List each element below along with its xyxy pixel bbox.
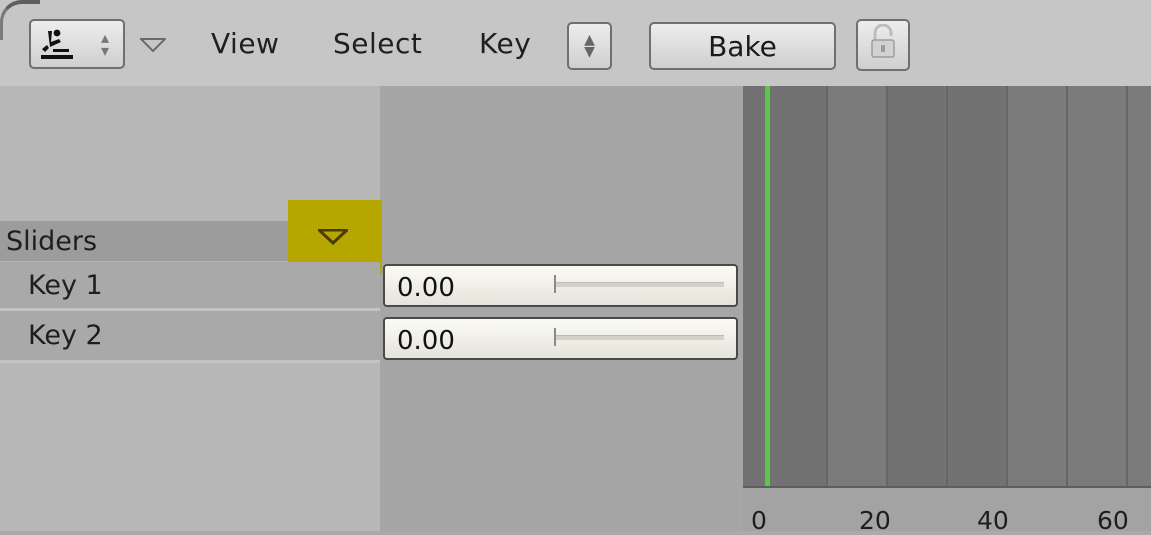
action-editor-icon bbox=[39, 27, 75, 68]
current-frame-indicator[interactable] bbox=[765, 86, 770, 531]
row-divider bbox=[0, 360, 380, 363]
slider-value: 0.00 bbox=[397, 326, 455, 356]
timeline-gridline bbox=[1126, 86, 1128, 486]
slider-thumb[interactable] bbox=[554, 328, 556, 346]
channel-row-key2[interactable]: Key 2 bbox=[0, 311, 380, 360]
lock-open-icon bbox=[869, 23, 897, 67]
menu-select[interactable]: Select bbox=[333, 27, 422, 60]
channel-label: Key 1 bbox=[28, 269, 103, 301]
timeline-band bbox=[743, 86, 826, 486]
chevron-down-icon bbox=[318, 229, 348, 245]
chevron-updown-icon: ▴ ▾ bbox=[101, 28, 110, 60]
channel-label: Key 2 bbox=[28, 320, 103, 351]
menu-key[interactable]: Key bbox=[479, 27, 531, 60]
slider-thumb[interactable] bbox=[554, 275, 556, 293]
key2-value-slider[interactable]: 0.00 bbox=[383, 317, 738, 360]
channel-group-label: Sliders bbox=[6, 225, 98, 257]
timeline-gridline bbox=[946, 86, 948, 486]
timeline-gridline bbox=[1006, 86, 1008, 486]
slider-track bbox=[555, 335, 724, 340]
header-bar: ▴ ▾ View Select Key ▲ ▼ Bake bbox=[0, 0, 1151, 86]
timeline-gridline bbox=[1066, 86, 1068, 486]
chevron-updown-icon: ▲ ▼ bbox=[584, 32, 595, 60]
mode-updown-button[interactable]: ▲ ▼ bbox=[567, 22, 612, 70]
slider-column bbox=[380, 86, 743, 531]
frame-ruler[interactable]: 0 20 40 60 bbox=[743, 486, 1151, 535]
slider-track bbox=[555, 282, 724, 287]
menu-view[interactable]: View bbox=[211, 27, 279, 60]
key1-value-slider[interactable]: 0.00 bbox=[383, 264, 738, 307]
timeline-gridline bbox=[886, 86, 888, 486]
lock-toggle-button[interactable] bbox=[856, 19, 910, 71]
slider-value: 0.00 bbox=[397, 273, 455, 303]
bake-button[interactable]: Bake bbox=[649, 22, 836, 70]
collapse-header-icon[interactable] bbox=[138, 37, 168, 56]
editor-type-selector[interactable]: ▴ ▾ bbox=[29, 19, 125, 69]
channel-row-key1[interactable]: Key 1 bbox=[0, 262, 380, 308]
action-timeline-area[interactable] bbox=[743, 86, 1151, 531]
bake-button-label: Bake bbox=[708, 29, 777, 63]
timeline-gridline bbox=[826, 86, 828, 486]
